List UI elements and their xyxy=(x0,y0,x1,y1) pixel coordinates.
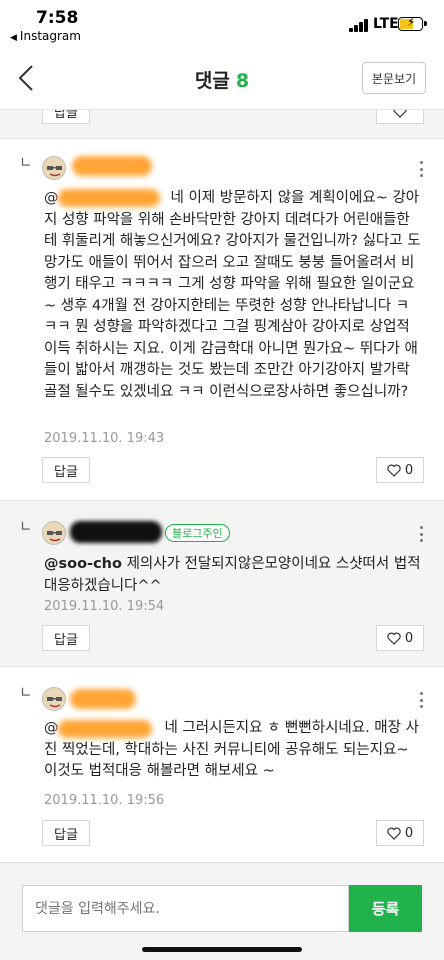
more-options-button[interactable] xyxy=(412,158,430,180)
more-options-button[interactable] xyxy=(412,523,430,545)
redacted-nickname xyxy=(70,521,162,543)
comment-item: ∟ @ 네 이제 방문하지 않을 계획이에요~ 강아지 성향 파악을 위해 손바닥… xyxy=(0,139,444,500)
heart-icon xyxy=(387,464,401,477)
comment-text: @soo-cho 제의사가 전달되지않은모양이네요 스샷떠서 법적대응하겠습니다… xyxy=(44,556,421,594)
header: 댓글 8 본문보기 xyxy=(0,46,444,110)
like-count: 0 xyxy=(404,825,414,841)
network-label: LTE xyxy=(373,16,399,32)
comment-item-owner: ∟ 블로그주인 @soo-cho 제의사가 전달되지않은모양이네요 스샷떠서 법… xyxy=(0,501,444,666)
like-button[interactable]: 0 xyxy=(376,820,424,846)
like-button[interactable]: 0 xyxy=(376,457,424,483)
back-triangle-icon: ◀ xyxy=(10,33,17,43)
avatar-image xyxy=(43,688,65,710)
reply-button[interactable]: 답글 xyxy=(42,820,90,846)
comment-count: 8 xyxy=(235,70,250,92)
redacted-nickname xyxy=(72,156,152,176)
mention-prefix: @ xyxy=(44,720,59,736)
heart-icon xyxy=(393,110,407,118)
charging-bolt-icon: ⚡ xyxy=(407,15,416,29)
like-button[interactable]: 0 xyxy=(376,625,424,651)
redacted-nickname xyxy=(70,689,136,709)
redacted-mention xyxy=(58,720,152,738)
comment-date: 2019.11.10. 19:43 xyxy=(44,431,165,446)
reply-indent-icon: ∟ xyxy=(20,685,32,701)
reply-button[interactable]: 답글 xyxy=(42,457,90,483)
reply-button[interactable]: 답글 xyxy=(42,625,90,651)
title-label: 댓글 xyxy=(194,70,230,92)
heart-icon xyxy=(387,827,401,840)
home-indicator[interactable] xyxy=(142,947,302,952)
comment-date: 2019.11.10. 19:56 xyxy=(44,793,165,808)
comment-text: @ 네 이제 방문하지 않을 계획이에요~ 강아지 성향 파악을 위해 손바닥만한… xyxy=(44,190,421,400)
comment-input[interactable] xyxy=(22,885,349,932)
avatar-image xyxy=(43,522,65,544)
submit-button[interactable]: 등록 xyxy=(349,885,422,932)
mention[interactable]: @soo-cho xyxy=(44,556,122,572)
view-original-button[interactable]: 본문보기 xyxy=(362,62,426,94)
like-count: 0 xyxy=(404,630,414,646)
comment-list[interactable]: 답글 ∟ @ 네 이제 방문하지 않을 계획이에요~ 강아지 성향 파악을 위해 … xyxy=(0,110,444,862)
comment-date: 2019.11.10. 19:54 xyxy=(44,599,165,614)
status-bar: 7:58 ◀ Instagram LTE ⚡ xyxy=(0,0,444,46)
signal-icon xyxy=(349,18,369,32)
avatar xyxy=(42,156,66,180)
reply-indent-icon: ∟ xyxy=(20,519,32,535)
heart-icon xyxy=(387,632,401,645)
reply-button[interactable]: 답글 xyxy=(42,110,90,124)
redacted-mention xyxy=(58,189,160,207)
like-button[interactable] xyxy=(376,110,424,124)
blog-owner-badge: 블로그주인 xyxy=(165,524,230,542)
reply-indent-icon: ∟ xyxy=(20,155,32,171)
mention-prefix: @ xyxy=(44,190,59,206)
comment-item: ∟ @ 네 그러시든지요 ㅎ 뻔뻔하시네요. 매장 사진 찍었는데, 학대하는 사… xyxy=(0,667,444,862)
partial-comment: 답글 xyxy=(0,110,444,138)
back-to-app-link[interactable]: ◀ Instagram xyxy=(10,29,81,43)
status-time: 7:58 xyxy=(36,8,79,28)
battery-icon: ⚡ xyxy=(398,15,427,31)
like-count: 0 xyxy=(404,462,414,478)
avatar-image xyxy=(43,157,65,179)
more-options-button[interactable] xyxy=(412,689,430,711)
back-app-label: Instagram xyxy=(19,29,81,43)
avatar xyxy=(42,687,66,711)
avatar xyxy=(42,521,66,545)
comment-input-bar: 등록 xyxy=(0,862,444,960)
